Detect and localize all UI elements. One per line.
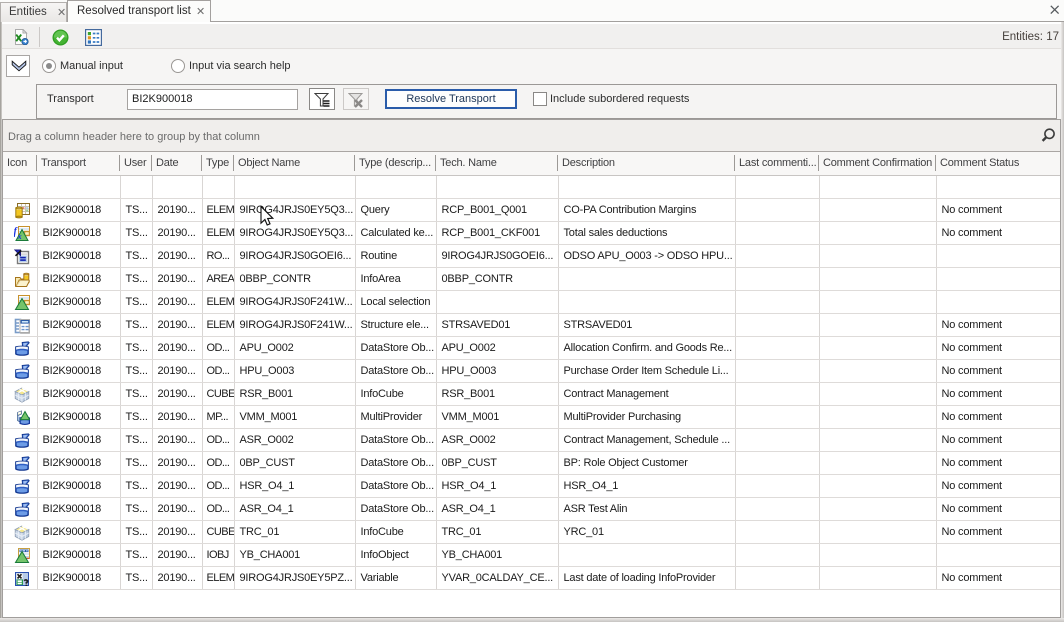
svg-text:x: x — [17, 232, 22, 241]
